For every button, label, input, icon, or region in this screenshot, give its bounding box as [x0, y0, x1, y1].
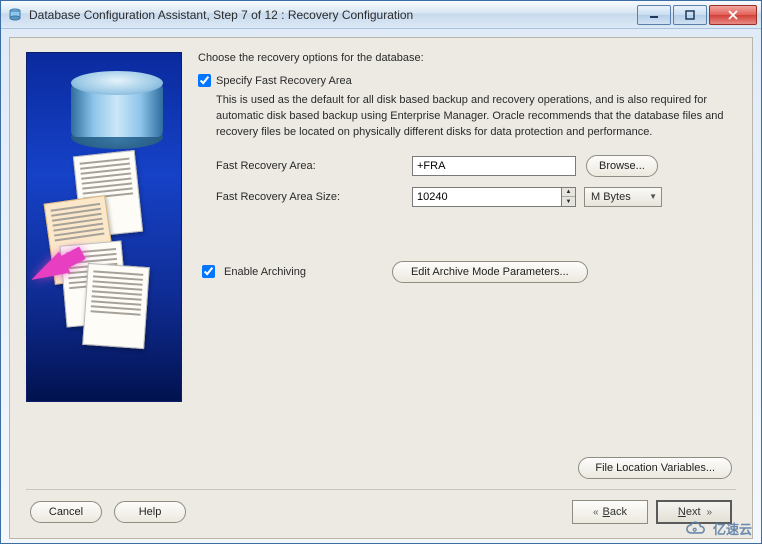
- fra-area-label: Fast Recovery Area:: [216, 160, 412, 172]
- enable-archiving-label[interactable]: Enable Archiving: [224, 266, 306, 278]
- fra-description: This is used as the default for all disk…: [216, 93, 732, 141]
- cancel-button[interactable]: Cancel: [30, 501, 102, 523]
- spinner-down-icon[interactable]: ▼: [562, 197, 575, 206]
- form-area: Choose the recovery options for the data…: [198, 52, 732, 445]
- chevron-down-icon: ▼: [649, 192, 657, 201]
- size-unit-value: M Bytes: [591, 191, 631, 203]
- help-button[interactable]: Help: [114, 501, 186, 523]
- size-unit-select[interactable]: M Bytes ▼: [584, 187, 662, 207]
- app-icon: [7, 7, 23, 23]
- fra-area-input[interactable]: [412, 156, 576, 176]
- fra-size-label: Fast Recovery Area Size:: [216, 191, 412, 203]
- maximize-button[interactable]: [673, 5, 707, 25]
- edit-archive-params-button[interactable]: Edit Archive Mode Parameters...: [392, 261, 588, 283]
- watermark: 亿速云: [683, 519, 752, 538]
- wizard-panel: Choose the recovery options for the data…: [9, 37, 753, 539]
- spinner-up-icon[interactable]: ▲: [562, 188, 575, 198]
- window-controls: [635, 5, 757, 25]
- database-cylinder-icon: [71, 71, 163, 149]
- specify-fra-checkbox[interactable]: [198, 74, 211, 87]
- minimize-button[interactable]: [637, 5, 671, 25]
- next-label: ext: [686, 506, 701, 518]
- back-button[interactable]: « Back: [572, 500, 648, 524]
- back-label: ack: [610, 506, 627, 518]
- cloud-icon: [683, 521, 709, 537]
- intro-text: Choose the recovery options for the data…: [198, 52, 732, 64]
- browse-button[interactable]: Browse...: [586, 155, 658, 177]
- chevron-left-icon: «: [593, 507, 597, 518]
- chevron-right-icon: »: [707, 507, 711, 518]
- file-location-variables-button[interactable]: File Location Variables...: [578, 457, 732, 479]
- nav-row: Cancel Help « Back Next »: [12, 490, 750, 536]
- window-title: Database Configuration Assistant, Step 7…: [29, 8, 635, 22]
- size-spinner[interactable]: ▲ ▼: [562, 187, 576, 207]
- specify-fra-label[interactable]: Specify Fast Recovery Area: [216, 75, 352, 87]
- enable-archiving-checkbox[interactable]: [202, 265, 215, 278]
- close-button[interactable]: [709, 5, 757, 25]
- document-icon: [82, 263, 150, 349]
- client-area: Choose the recovery options for the data…: [1, 29, 761, 543]
- wizard-side-image: [26, 52, 182, 402]
- titlebar: Database Configuration Assistant, Step 7…: [1, 1, 761, 29]
- fra-size-input[interactable]: [412, 187, 562, 207]
- app-window: Database Configuration Assistant, Step 7…: [0, 0, 762, 544]
